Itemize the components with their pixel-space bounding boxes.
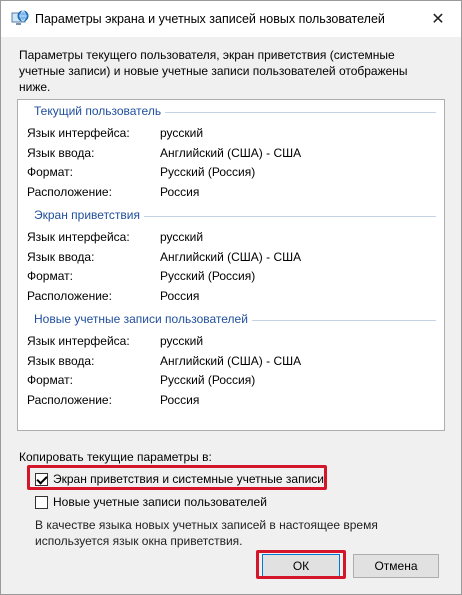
checkbox-box[interactable] xyxy=(35,495,48,509)
row-value: Английский (США) - США xyxy=(160,250,302,264)
row-value: Россия xyxy=(160,289,200,303)
window-title: Параметры экрана и учетных записей новых… xyxy=(35,12,385,26)
row-value: русский xyxy=(160,334,204,348)
close-button[interactable]: ✕ xyxy=(415,1,461,37)
row-label: Расположение: xyxy=(27,185,112,199)
description-text: Параметры текущего пользователя, экран п… xyxy=(19,48,408,94)
row-label: Расположение: xyxy=(27,289,112,303)
section-header-new-users: Новые учетные записи пользователей xyxy=(34,312,436,328)
row-value: русский xyxy=(160,126,204,140)
row-label: Формат: xyxy=(27,373,73,387)
highlight-frame-ok xyxy=(256,550,346,579)
checkbox-label[interactable]: Новые учетные записи пользователей xyxy=(53,495,267,509)
row-value: Русский (Россия) xyxy=(160,269,256,283)
section-header-welcome-screen: Экран приветствия xyxy=(34,208,436,224)
settings-panel: Текущий пользователь Язык интерфейса: ру… xyxy=(17,99,445,431)
row-label: Язык ввода: xyxy=(27,146,95,160)
row-label: Расположение: xyxy=(27,393,112,407)
info-note: В качестве языка новых учетных записей в… xyxy=(35,518,378,548)
section-header-current-user: Текущий пользователь xyxy=(34,104,436,120)
row-label: Язык ввода: xyxy=(27,354,95,368)
row-value: Английский (США) - США xyxy=(160,146,302,160)
copy-settings-label: Копировать текущие параметры в: xyxy=(19,450,212,464)
close-icon: ✕ xyxy=(431,11,445,28)
section-title: Текущий пользователь xyxy=(34,104,166,118)
row-label: Язык интерфейса: xyxy=(27,126,130,140)
globe-monitor-icon xyxy=(11,10,29,28)
row-label: Язык интерфейса: xyxy=(27,334,130,348)
row-label: Язык интерфейса: xyxy=(27,230,130,244)
title-bar[interactable]: Параметры экрана и учетных записей новых… xyxy=(1,1,461,37)
row-label: Формат: xyxy=(27,165,73,179)
checkbox-new-users[interactable]: Новые учетные записи пользователей xyxy=(35,494,267,510)
row-value: русский xyxy=(160,230,204,244)
row-label: Язык ввода: xyxy=(27,250,95,264)
row-value: Английский (США) - США xyxy=(160,354,302,368)
row-value: Россия xyxy=(160,185,200,199)
row-value: Россия xyxy=(160,393,200,407)
row-label: Формат: xyxy=(27,269,73,283)
highlight-frame-checkbox xyxy=(27,465,327,490)
section-title: Экран приветствия xyxy=(34,208,145,222)
cancel-button[interactable]: Отмена xyxy=(353,554,439,578)
row-value: Русский (Россия) xyxy=(160,165,256,179)
section-title: Новые учетные записи пользователей xyxy=(34,312,252,326)
row-value: Русский (Россия) xyxy=(160,373,256,387)
dialog-window: Параметры экрана и учетных записей новых… xyxy=(0,0,462,595)
